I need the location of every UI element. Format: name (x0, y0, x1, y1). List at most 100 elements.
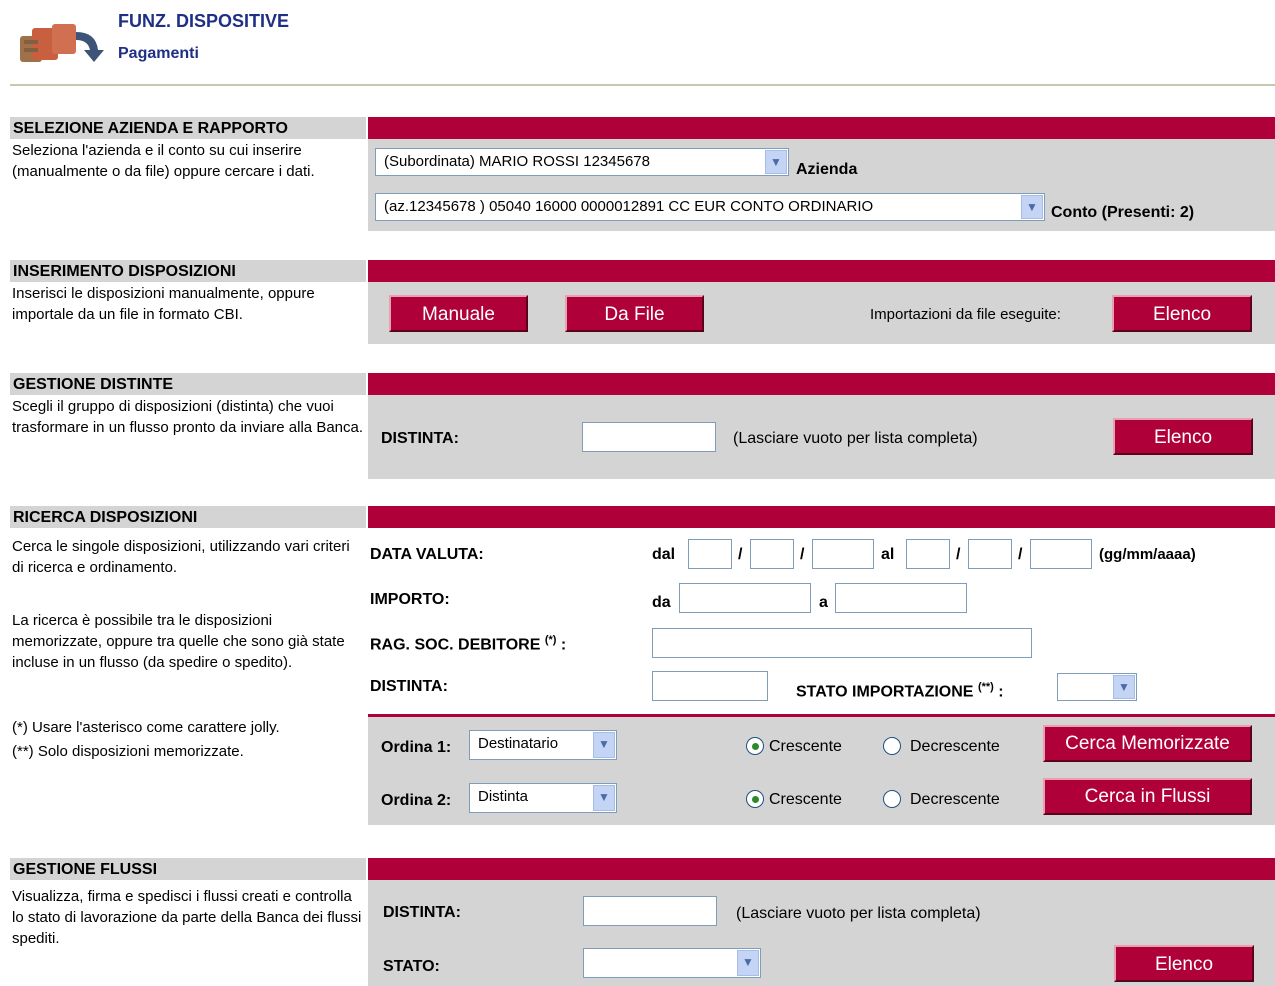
dal-year-input[interactable] (812, 539, 874, 569)
flussi-hint: (Lasciare vuoto per lista completa) (736, 905, 981, 922)
cerca-flussi-button[interactable]: Cerca in Flussi (1043, 778, 1252, 815)
ordina2-crescente-label: Crescente (769, 791, 842, 808)
payments-icon (18, 10, 114, 66)
distinte-elenco-button[interactable]: Elenco (1113, 418, 1253, 455)
section-bar-inserimento (368, 260, 1275, 282)
conto-label: Conto (Presenti: 2) (1051, 204, 1195, 221)
ricerca-note-1: (*) Usare l'asterisco come carattere jol… (12, 719, 280, 736)
ricerca-distinta-label: DISTINTA: (370, 678, 448, 695)
azienda-label: Azienda (796, 161, 858, 178)
data-valuta-label: DATA VALUTA: (370, 546, 484, 563)
panel-distinte: DISTINTA: (Lasciare vuoto per lista comp… (368, 395, 1275, 479)
header-divider (10, 84, 1275, 86)
section-desc-inserimento: Inserisci le disposizioni manualmente, o… (12, 285, 315, 323)
ordina2-decrescente-label: Decrescente (910, 791, 1000, 808)
rag-soc-colon: : (560, 636, 567, 654)
date-separator: / (800, 546, 805, 563)
section-title-azienda: SELEZIONE AZIENDA E RAPPORTO (10, 117, 366, 139)
importo-da-input[interactable] (679, 583, 811, 613)
date-separator: / (738, 546, 743, 563)
flussi-stato-select[interactable]: ▼ (583, 948, 761, 978)
ordina1-crescente-label: Crescente (769, 738, 842, 755)
al-year-input[interactable] (1030, 539, 1092, 569)
stato-importazione-sup: (**) (977, 681, 994, 693)
page-title: FUNZ. DISPOSITIVE (118, 11, 290, 31)
ordina1-value: Destinatario (478, 735, 559, 752)
chevron-down-icon: ▼ (1113, 675, 1135, 699)
importo-da-label: da (652, 594, 671, 611)
azienda-select[interactable]: (Subordinata) MARIO ROSSI 12345678 ▼ (375, 148, 789, 176)
section-bar-ricerca (368, 506, 1275, 528)
date-separator: / (1018, 546, 1023, 563)
flussi-stato-label: STATO: (383, 958, 440, 975)
manuale-button[interactable]: Manuale (389, 295, 528, 332)
al-month-input[interactable] (968, 539, 1012, 569)
distinta-label: DISTINTA: (381, 430, 459, 447)
ordina2-value: Distinta (478, 788, 529, 805)
flussi-distinta-input[interactable] (583, 896, 717, 926)
section-bar-distinte (368, 373, 1275, 395)
section-desc-azienda: Seleziona l'azienda e il conto su cui in… (12, 142, 315, 180)
rag-soc-text: RAG. SOC. DEBITORE (370, 636, 541, 654)
panel-ricerca: DATA VALUTA: dal / / al / / (gg/mm/aaaa)… (368, 528, 1275, 825)
panel-azienda: (Subordinata) MARIO ROSSI 12345678 ▼ Azi… (368, 139, 1275, 231)
section-desc-ricerca-2: La ricerca è possibile tra le disposizio… (12, 612, 345, 671)
section-desc-flussi: Visualizza, firma e spedisci i flussi cr… (12, 888, 362, 947)
ordina2-label: Ordina 2: (381, 792, 452, 809)
importo-a-label: a (819, 594, 828, 611)
importazioni-label: Importazioni da file eseguite: (870, 306, 1061, 323)
section-desc-ricerca-1: Cerca le singole disposizioni, utilizzan… (12, 538, 350, 576)
date-format-hint: (gg/mm/aaaa) (1099, 546, 1196, 563)
chevron-down-icon: ▼ (593, 785, 615, 811)
panel-inserimento: Manuale Da File Importazioni da file ese… (368, 282, 1275, 344)
importo-a-input[interactable] (835, 583, 967, 613)
conto-select-value: (az.12345678 ) 05040 16000 0000012891 CC… (384, 198, 874, 215)
page-subtitle: Pagamenti (118, 45, 199, 62)
rag-soc-label: RAG. SOC. DEBITORE (*) : (370, 634, 566, 654)
section-title-distinte: GESTIONE DISTINTE (10, 373, 366, 395)
distinta-input[interactable] (582, 422, 716, 452)
section-title-inserimento: INSERIMENTO DISPOSIZIONI (10, 260, 366, 282)
sort-area: Ordina 1: Destinatario ▼ Crescente Decre… (368, 717, 1275, 825)
ordina2-decrescente-radio[interactable] (883, 790, 901, 808)
dal-month-input[interactable] (750, 539, 794, 569)
stato-importazione-select[interactable]: ▼ (1057, 673, 1137, 701)
rag-soc-input[interactable] (652, 628, 1032, 658)
ordina1-crescente-radio[interactable] (746, 737, 764, 755)
cerca-memorizzate-button[interactable]: Cerca Memorizzate (1043, 725, 1252, 762)
ordina1-select[interactable]: Destinatario ▼ (469, 730, 617, 760)
al-label: al (881, 546, 895, 563)
ordina1-label: Ordina 1: (381, 739, 452, 756)
panel-flussi: DISTINTA: (Lasciare vuoto per lista comp… (368, 880, 1275, 986)
ricerca-distinta-input[interactable] (652, 671, 768, 701)
section-bar-azienda (368, 117, 1275, 139)
ordina2-crescente-radio[interactable] (746, 790, 764, 808)
ordina1-decrescente-label: Decrescente (910, 738, 1000, 755)
section-title-flussi: GESTIONE FLUSSI (10, 858, 366, 880)
flussi-elenco-button[interactable]: Elenco (1114, 945, 1254, 982)
dal-day-input[interactable] (688, 539, 732, 569)
date-separator: / (956, 546, 961, 563)
chevron-down-icon: ▼ (593, 732, 615, 758)
rag-soc-sup: (*) (544, 634, 557, 646)
da-file-button[interactable]: Da File (565, 295, 704, 332)
section-bar-flussi (368, 858, 1275, 880)
conto-select[interactable]: (az.12345678 ) 05040 16000 0000012891 CC… (375, 193, 1045, 221)
stato-importazione-text: STATO IMPORTAZIONE (796, 683, 974, 701)
dal-label: dal (652, 546, 676, 563)
section-title-ricerca: RICERCA DISPOSIZIONI (10, 506, 366, 528)
import-elenco-button[interactable]: Elenco (1112, 295, 1252, 332)
chevron-down-icon: ▼ (1021, 195, 1043, 219)
ordina1-decrescente-radio[interactable] (883, 737, 901, 755)
stato-importazione-colon: : (998, 683, 1004, 701)
section-desc-distinte: Scegli il gruppo di disposizioni (distin… (12, 398, 364, 436)
distinta-hint: (Lasciare vuoto per lista completa) (733, 430, 978, 447)
stato-importazione-label: STATO IMPORTAZIONE (**) : (796, 681, 1004, 701)
importo-label: IMPORTO: (370, 591, 450, 608)
flussi-distinta-label: DISTINTA: (383, 904, 461, 921)
ricerca-note-2: (**) Solo disposizioni memorizzate. (12, 743, 244, 760)
ordina2-select[interactable]: Distinta ▼ (469, 783, 617, 813)
chevron-down-icon: ▼ (737, 950, 759, 976)
al-day-input[interactable] (906, 539, 950, 569)
azienda-select-value: (Subordinata) MARIO ROSSI 12345678 (384, 153, 650, 170)
